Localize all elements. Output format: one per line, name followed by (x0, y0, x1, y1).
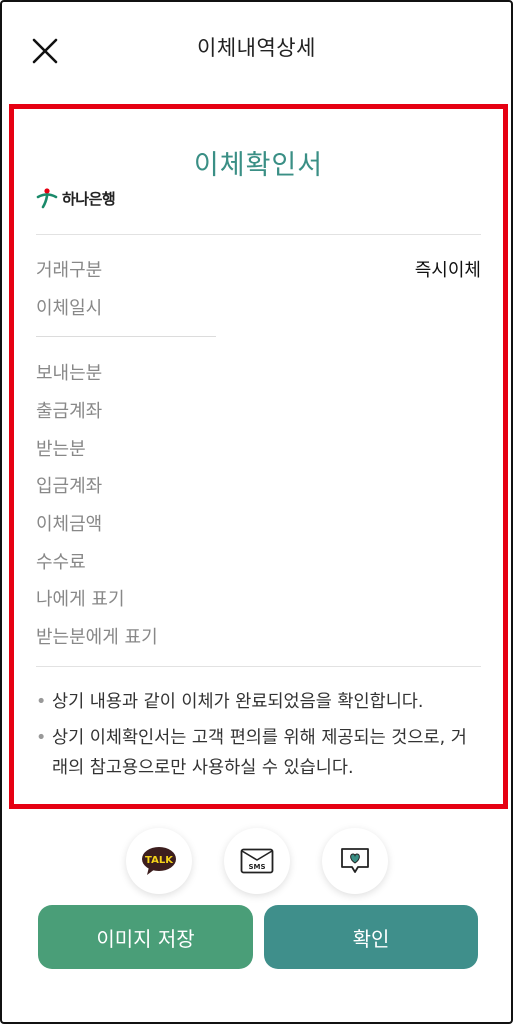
bullet-icon: • (36, 728, 47, 748)
row-label-withdrawal-account: 출금계좌 (36, 401, 103, 422)
bank-logo-text: 하나은행 (62, 189, 116, 208)
note-text: 상기 내용과 같이 이체가 완료되었음을 확인합니다. (52, 692, 424, 712)
sms-icon: SMS (240, 848, 274, 874)
heart-message-share-button[interactable] (322, 828, 388, 894)
row-label-memo-to-recipient: 받는분에게 표기 (36, 627, 158, 648)
note-item: • 상기 내용과 같이 이체가 완료되었음을 확인합니다. (36, 687, 479, 717)
screen: 이체내역상세 이체확인서 하나은행 거래구분 즉시이체 이체일시 보내는분 출금… (0, 0, 513, 1024)
header: 이체내역상세 (2, 2, 511, 100)
hana-bank-logo-icon (36, 188, 58, 209)
talk-label: TALK (145, 855, 174, 866)
row-label-transaction-type: 거래구분 (36, 260, 103, 281)
confirm-button[interactable]: 확인 (264, 905, 478, 969)
row-label-fee: 수수료 (36, 552, 86, 573)
page-title: 이체내역상세 (197, 36, 316, 60)
divider (36, 666, 481, 667)
sms-share-button[interactable]: SMS (224, 828, 290, 894)
row-label-deposit-account: 입금계좌 (36, 476, 103, 497)
bullet-icon: • (36, 692, 47, 712)
note-item: • 상기 이체확인서는 고객 편의를 위해 제공되는 것으로, 거래의 참고용으… (36, 723, 479, 783)
kakaotalk-icon: TALK (142, 847, 176, 875)
divider-short (36, 336, 216, 337)
row-label-transfer-datetime: 이체일시 (36, 298, 103, 319)
kakaotalk-share-button[interactable]: TALK (126, 828, 192, 894)
document-title: 이체확인서 (193, 150, 324, 181)
row-label-transfer-amount: 이체금액 (36, 514, 103, 535)
row-value-transaction-type: 즉시이체 (414, 260, 481, 281)
row-label-sender: 보내는분 (36, 363, 103, 384)
bank-logo: 하나은행 (36, 187, 116, 209)
notes: • 상기 내용과 같이 이체가 완료되었음을 확인합니다. • 상기 이체확인서… (36, 687, 479, 789)
sms-label: SMS (248, 863, 265, 871)
save-image-button[interactable]: 이미지 저장 (38, 905, 253, 969)
row-label-recipient: 받는분 (36, 439, 86, 460)
row-label-memo-to-me: 나에게 표기 (36, 589, 125, 610)
heart-message-icon (341, 848, 369, 873)
transfer-confirmation-card: 이체확인서 하나은행 거래구분 즉시이체 이체일시 보내는분 출금계좌 받는분 … (9, 104, 508, 809)
divider (36, 234, 481, 235)
note-text: 상기 이체확인서는 고객 편의를 위해 제공되는 것으로, 거래의 참고용으로만… (52, 728, 467, 778)
